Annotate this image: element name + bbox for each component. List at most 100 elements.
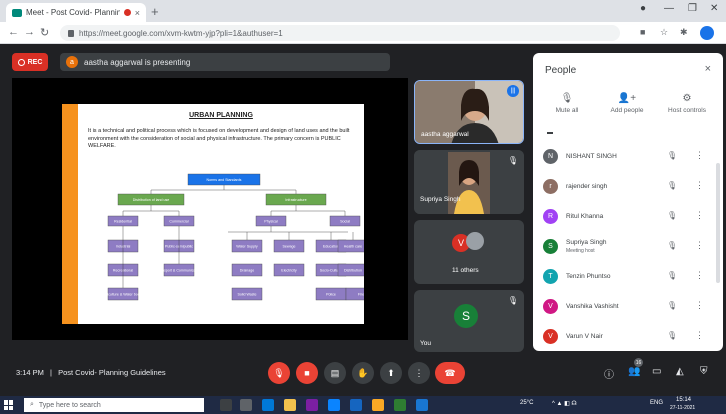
mic-off-icon[interactable]: 🎙 <box>667 331 677 340</box>
mic-off-icon: 🎙 <box>273 367 285 378</box>
svg-text:Fire: Fire <box>358 293 364 297</box>
svg-text:Norms and Standards: Norms and Standards <box>207 178 242 182</box>
windows-start-icon[interactable] <box>4 400 14 410</box>
participant-name: Vanshika Vashisht <box>566 303 619 310</box>
svg-text:Agriculture & Water bodies: Agriculture & Water bodies <box>102 293 145 297</box>
app-icon[interactable] <box>372 399 384 411</box>
taskbar-time[interactable]: 15:14 <box>676 397 691 403</box>
close-window-button[interactable]: ✕ <box>710 3 718 14</box>
mic-off-icon[interactable]: 🎙 <box>667 211 677 220</box>
mic-off-icon[interactable]: 🎙 <box>667 151 677 160</box>
mic-off-icon[interactable]: 🎙 <box>667 271 677 280</box>
add-people-button[interactable]: 👤+ Add people <box>599 93 655 114</box>
forward-icon[interactable]: → <box>24 26 35 38</box>
mic-off-icon[interactable]: 🎙 <box>667 181 677 190</box>
participant-tile-supriya[interactable]: 🎙 Supriya Singh <box>414 150 524 214</box>
minimize-button[interactable]: — <box>664 3 674 14</box>
back-icon[interactable]: ← <box>8 26 19 38</box>
more-options-icon[interactable]: ⋮ <box>695 150 704 161</box>
presentation-stage[interactable]: URBAN PLANNING It is a technical and pol… <box>12 78 408 340</box>
app-icon[interactable] <box>350 399 362 411</box>
app-icon[interactable] <box>416 399 428 411</box>
diagram-node: Commercial <box>163 215 195 227</box>
more-options-icon[interactable]: ⋮ <box>695 240 704 251</box>
list-item[interactable]: T Tenzin Phuntso 🎙 ⋮ <box>533 265 723 289</box>
list-item[interactable]: R Ritul Khanna 🎙 ⋮ <box>533 205 723 229</box>
camera-icon[interactable]: ■ <box>640 27 645 37</box>
maximize-button[interactable]: ❐ <box>688 3 697 14</box>
mic-off-icon[interactable]: 🎙 <box>667 301 677 310</box>
host-controls-shield-icon[interactable]: ⛨ <box>700 366 708 377</box>
search-icon: ⌕ <box>30 401 34 408</box>
tab-title: Meet - Post Covid- Planning <box>26 8 120 17</box>
present-now-button[interactable]: ⬆ <box>380 362 402 384</box>
url-field[interactable]: https://meet.google.com/xvm-kwtm-yjp?pli… <box>60 25 620 41</box>
more-options-icon[interactable]: ⋮ <box>695 180 704 191</box>
mail-icon[interactable] <box>328 399 340 411</box>
list-item[interactable]: r rajender singh 🎙 ⋮ <box>533 175 723 199</box>
store-icon[interactable] <box>306 399 318 411</box>
participant-tile-self[interactable]: S 🎙 You <box>414 290 524 352</box>
participant-avatar: V <box>543 299 558 314</box>
star-icon[interactable]: ☆ <box>660 27 668 38</box>
svg-text:Transport & Communication: Transport & Communication <box>157 269 202 273</box>
mute-all-button[interactable]: 🎙 Mute all <box>539 93 595 114</box>
list-item[interactable]: N NISHANT SINGH 🎙 ⋮ <box>533 145 723 169</box>
meeting-time: 3:14 PM <box>16 368 44 377</box>
list-item[interactable]: S Supriya Singh Meeting host 🎙 ⋮ <box>533 235 723 259</box>
chat-icon[interactable]: ▭ <box>652 366 661 377</box>
captions-button[interactable]: ▤ <box>324 362 346 384</box>
participant-tile-presenter[interactable]: ||| aastha aggarwal <box>414 80 524 144</box>
more-options-icon[interactable]: ⋮ <box>695 300 704 311</box>
profile-avatar[interactable] <box>700 26 714 40</box>
participant-count-badge: 16 <box>634 358 643 367</box>
mic-off-icon: 🎙 <box>507 296 518 305</box>
present-icon: ⬆ <box>387 367 395 378</box>
account-circle-icon[interactable]: ● <box>640 3 646 14</box>
more-options-icon[interactable]: ⋮ <box>695 330 704 341</box>
chrome-icon[interactable] <box>394 399 406 411</box>
diagram-node: Electricity <box>273 263 305 277</box>
extensions-icon[interactable]: ✱ <box>680 27 688 38</box>
taskbar-date[interactable]: 27-11-2021 <box>670 405 695 411</box>
participant-tile-others[interactable]: V 11 others <box>414 220 524 284</box>
meeting-details-icon[interactable]: ⓘ <box>604 366 614 381</box>
file-explorer-icon[interactable] <box>284 399 296 411</box>
system-tray-icons[interactable]: ^ ▲ ◧ ☊ <box>552 400 577 407</box>
activities-icon[interactable]: ◭ <box>676 366 684 377</box>
raise-hand-button[interactable]: ✋ <box>352 362 374 384</box>
close-panel-icon[interactable]: × <box>705 63 711 75</box>
diagram-node: Physical <box>255 215 287 227</box>
browser-tab-meet[interactable]: Meet - Post Covid- Planning × <box>6 3 146 22</box>
participant-name: Tenzin Phuntso <box>566 273 611 280</box>
weather-widget[interactable]: 25°C <box>520 400 533 406</box>
cortana-icon[interactable] <box>220 399 232 411</box>
more-options-icon[interactable]: ⋮ <box>695 270 704 281</box>
leave-call-button[interactable]: ☎ <box>435 362 465 384</box>
participant-avatar: T <box>543 269 558 284</box>
more-options-button[interactable]: ⋮ <box>408 362 430 384</box>
edge-icon[interactable] <box>262 399 274 411</box>
mic-off-icon[interactable]: 🎙 <box>667 241 677 250</box>
diagram-node: Infrastructure <box>265 193 327 206</box>
host-controls-button[interactable]: ⚙ Host controls <box>659 93 715 114</box>
presenting-text: aastha aggarwal is presenting <box>84 57 191 67</box>
panel-scrollbar[interactable] <box>716 163 720 283</box>
svg-text:Social: Social <box>340 220 350 224</box>
task-view-icon[interactable] <box>240 399 252 411</box>
list-item[interactable]: V Vanshika Vashisht 🎙 ⋮ <box>533 295 723 319</box>
diagram-node: Water Supply <box>231 239 263 253</box>
reload-icon[interactable]: ↻ <box>40 26 49 39</box>
svg-text:Infrastructure: Infrastructure <box>285 198 306 202</box>
language-indicator[interactable]: ENG <box>650 400 663 406</box>
people-icon[interactable]: 👥 <box>628 366 640 377</box>
tab-close-icon[interactable]: × <box>135 8 140 18</box>
meeting-title: Post Covid- Planning Guidelines <box>58 368 166 377</box>
taskbar-search-input[interactable]: ⌕ Type here to search <box>24 398 204 412</box>
mic-toggle-button[interactable]: 🎙 <box>268 362 290 384</box>
more-options-icon[interactable]: ⋮ <box>695 210 704 221</box>
new-tab-button[interactable]: + <box>151 4 159 19</box>
camera-toggle-button[interactable]: ■ <box>296 362 318 384</box>
speaking-indicator-icon: ||| <box>507 85 519 97</box>
list-item[interactable]: V Varun V Nair 🎙 ⋮ <box>533 325 723 349</box>
